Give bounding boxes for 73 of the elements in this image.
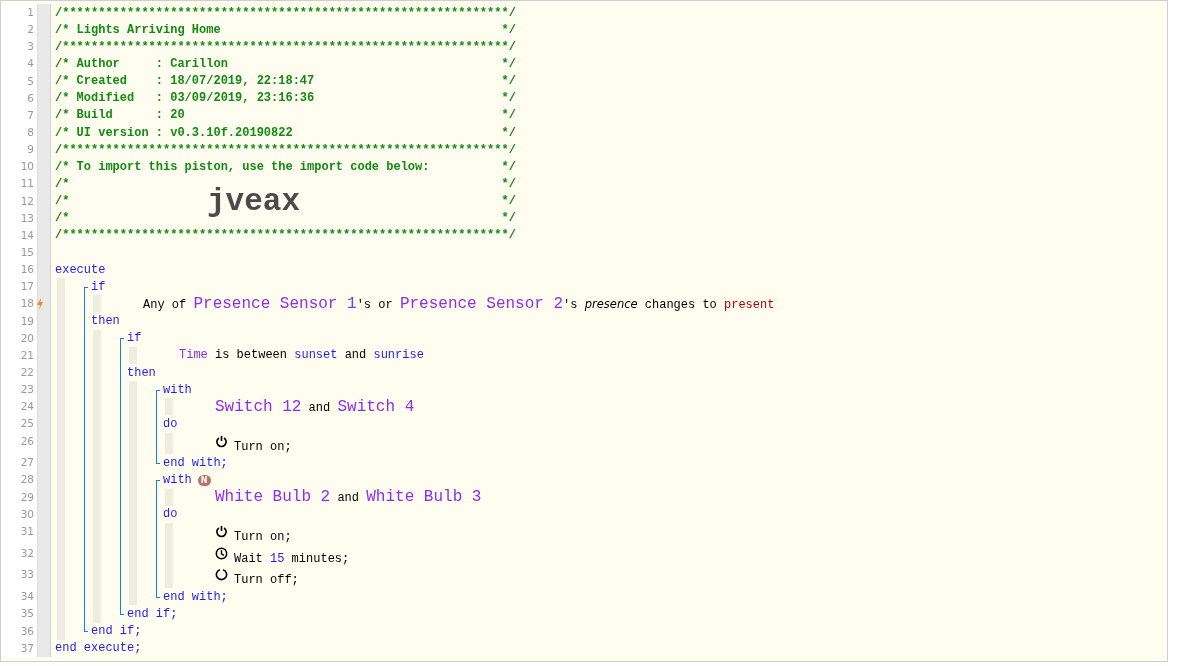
comment-end: */ <box>501 125 516 140</box>
status-badge: N <box>197 474 211 486</box>
code-keyword: end with; <box>163 455 228 470</box>
comment-line: /* <box>55 211 71 226</box>
device-list: White Bulb 2 and White Bulb 3 <box>199 488 482 507</box>
line-number: 32 <box>1 544 37 567</box>
line-number: 9 <box>1 141 37 159</box>
ring-icon <box>215 568 228 582</box>
comment-rule: /**************************************************************/ <box>55 142 516 157</box>
line-number: 2 <box>1 21 37 39</box>
code-keyword: execute <box>55 262 106 277</box>
comment-end: */ <box>501 22 516 37</box>
clock-icon <box>215 546 228 560</box>
action-text: Wait 15 minutes; <box>234 551 350 566</box>
code-keyword: with <box>163 382 192 397</box>
code-keyword: do <box>163 416 178 431</box>
line-number: 26 <box>1 432 37 455</box>
line-number: 10 <box>1 158 37 176</box>
comment-line: /* Lights Arriving Home <box>55 22 222 37</box>
comment-rule: /**************************************************************/ <box>55 39 516 54</box>
gutter-strip <box>37 4 51 22</box>
power-icon <box>215 434 228 448</box>
device-list: Switch 12 and Switch 4 <box>199 397 415 416</box>
comment-rule: /**************************************************************/ <box>55 5 516 20</box>
line-number: 24 <box>1 398 37 416</box>
action-text: Turn on; <box>234 529 292 544</box>
comment-end: */ <box>501 194 516 209</box>
line-number: 28 <box>1 471 37 489</box>
line-number: 4 <box>1 55 37 73</box>
code-keyword: end execute; <box>55 641 142 656</box>
code-keyword: do <box>163 507 178 522</box>
line-number: 33 <box>1 566 37 589</box>
line-number: 31 <box>1 522 37 545</box>
condition-text: Any of Presence Sensor 1's or Presence Sensor 2's presence changes to present <box>142 294 775 313</box>
comment-end: */ <box>501 108 516 123</box>
code-keyword: then <box>91 314 120 329</box>
line-number: 25 <box>1 415 37 433</box>
action-text: Turn off; <box>234 573 299 588</box>
code-keyword: if <box>127 331 142 346</box>
comment-line: /* <box>55 176 71 191</box>
line-number: 3 <box>1 38 37 56</box>
line-number: 18 <box>1 295 37 313</box>
code-keyword: then <box>127 365 156 380</box>
comment-line: /* UI version : v0.3.10f.20190822 <box>55 125 294 140</box>
line-number: 34 <box>1 588 37 606</box>
comment-line: /* Modified : 03/09/2019, 23:16:36 <box>55 91 316 106</box>
comment-end: */ <box>501 159 516 174</box>
action-text: Turn on; <box>234 439 292 454</box>
comment-end: */ <box>501 91 516 106</box>
line-number: 17 <box>1 278 37 296</box>
code-keyword: with <box>163 473 192 487</box>
comment-end: */ <box>501 176 516 191</box>
comment-end: */ <box>501 57 516 71</box>
comment-line: /* Created : 18/07/2019, 22:18:47 <box>55 74 316 89</box>
code-keyword: end with; <box>163 589 228 604</box>
line-number: 23 <box>1 381 37 399</box>
line-number: 16 <box>1 261 37 279</box>
comment-line: /* To import this piston, use the import code below: <box>55 159 431 174</box>
comment-end: */ <box>501 211 516 226</box>
line-number: 27 <box>1 454 37 472</box>
line-number: 1 <box>1 4 37 22</box>
comment-rule: /**************************************************************/ <box>55 228 516 243</box>
comment-line: /* Build : 20 <box>55 108 186 123</box>
import-code: jveax <box>207 184 300 219</box>
comment-end: */ <box>501 74 516 89</box>
line-number: 35 <box>1 605 37 623</box>
comment-line: /* Author : Carillon <box>55 57 229 71</box>
code-keyword: end if; <box>127 606 178 621</box>
code-keyword: end if; <box>91 624 142 639</box>
condition-text: Time is between sunset and sunrise <box>178 348 424 363</box>
line-number: 11 <box>1 175 37 193</box>
power-icon <box>215 524 228 538</box>
code-keyword: if <box>91 279 106 294</box>
